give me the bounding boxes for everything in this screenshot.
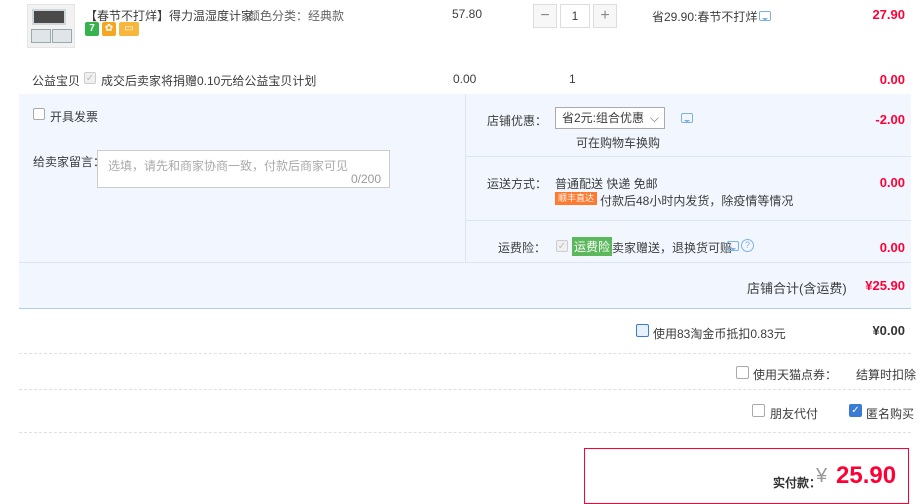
shipping-method: 普通配送 快递 免邮 xyxy=(555,177,658,191)
message-textarea[interactable]: 选填，请先和商家协商一致，付款后商家可见 0/200 xyxy=(97,150,390,188)
guarantee-icon[interactable]: ✿ xyxy=(102,22,116,36)
divider xyxy=(19,432,911,433)
insurance-checkbox: ✓ xyxy=(556,240,568,252)
shop-discount-select[interactable]: 省2元:组合优惠 ⌵ xyxy=(555,107,665,129)
insurance-amount: 0.00 xyxy=(879,240,905,255)
divider xyxy=(466,156,911,157)
quantity-plus-button[interactable]: + xyxy=(593,4,617,28)
charity-quantity: 1 xyxy=(569,72,576,86)
seven-day-return-icon[interactable]: 7 xyxy=(85,22,99,36)
divider xyxy=(19,389,911,390)
coins-amount: ¥0.00 xyxy=(872,323,905,338)
charity-subtotal: 0.00 xyxy=(879,72,905,87)
final-label: 实付款： xyxy=(773,476,822,490)
message-label: 给卖家留言： xyxy=(33,155,106,169)
coins-checkbox[interactable] xyxy=(636,324,649,337)
unit-price: 57.80 xyxy=(452,7,483,21)
tmall-points-note: 结算时扣除 xyxy=(856,368,917,382)
product-sku: 颜色分类：经典款 xyxy=(248,9,345,23)
chat-icon[interactable] xyxy=(681,113,693,123)
divider xyxy=(19,308,911,309)
invoice-label[interactable]: 开具发票 xyxy=(50,108,98,125)
shop-discount-selected: 省2元:组合优惠 xyxy=(562,111,645,125)
shop-discount-amount: -2.00 xyxy=(875,112,905,127)
charity-label: 公益宝贝 xyxy=(32,74,81,88)
charity-text: 成交后卖家将捐赠0.10元给公益宝贝计划 xyxy=(101,74,317,88)
anonymous-checkbox[interactable]: ✓ xyxy=(849,404,862,417)
tmall-points-label[interactable]: 使用天猫点券： xyxy=(753,366,837,383)
divider xyxy=(466,220,911,221)
chevron-down-icon: ⌵ xyxy=(649,111,659,125)
shop-total-amount: ¥25.90 xyxy=(865,278,905,293)
invoice-checkbox[interactable] xyxy=(33,108,45,120)
charity-checkbox: ✓ xyxy=(84,72,96,84)
shipping-amount: 0.00 xyxy=(879,175,905,190)
card-icon[interactable]: ▭ xyxy=(119,22,139,36)
panel-divider xyxy=(465,94,466,262)
divider xyxy=(19,353,911,354)
insurance-tag: 运费险 xyxy=(572,237,613,256)
quantity-minus-button[interactable]: − xyxy=(533,4,557,28)
item-subtotal: 27.90 xyxy=(872,7,905,22)
coins-label[interactable]: 使用83淘金币抵扣0.83元 xyxy=(653,325,786,342)
chat-icon[interactable] xyxy=(727,241,739,251)
charity-price: 0.00 xyxy=(453,72,477,86)
divider xyxy=(19,262,911,263)
shop-discount-label: 店铺优惠： xyxy=(487,114,548,128)
product-thumbnail[interactable] xyxy=(27,4,75,48)
shipping-desc: 付款后48小时内发货，除疫情等情况 xyxy=(600,194,794,208)
insurance-desc: 卖家赠送，退换货可赔 xyxy=(612,241,733,255)
shipping-label: 运送方式： xyxy=(487,177,548,191)
anonymous-label[interactable]: 匿名购买 xyxy=(866,405,914,422)
tmall-points-checkbox[interactable] xyxy=(736,366,749,379)
message-counter: 0/200 xyxy=(350,172,381,186)
friend-pay-checkbox[interactable] xyxy=(752,404,765,417)
final-currency: ¥ xyxy=(816,465,828,487)
shipping-tag: 顺丰直达 xyxy=(555,192,598,205)
shop-total-label: 店铺合计(含运费) xyxy=(747,281,847,296)
shop-discount-note: 可在购物车换购 xyxy=(576,136,661,150)
insurance-label: 运费险： xyxy=(498,241,547,255)
chat-icon[interactable] xyxy=(759,11,771,21)
quantity-input[interactable]: 1 xyxy=(560,4,590,28)
final-amount: 25.90 xyxy=(836,462,897,489)
message-placeholder: 选填，请先和商家协商一致，付款后商家可见 xyxy=(108,159,349,173)
friend-pay-label[interactable]: 朋友代付 xyxy=(770,405,818,422)
help-icon[interactable]: ? xyxy=(741,239,754,252)
discount-note: 省29.90:春节不打烊 xyxy=(652,10,758,24)
